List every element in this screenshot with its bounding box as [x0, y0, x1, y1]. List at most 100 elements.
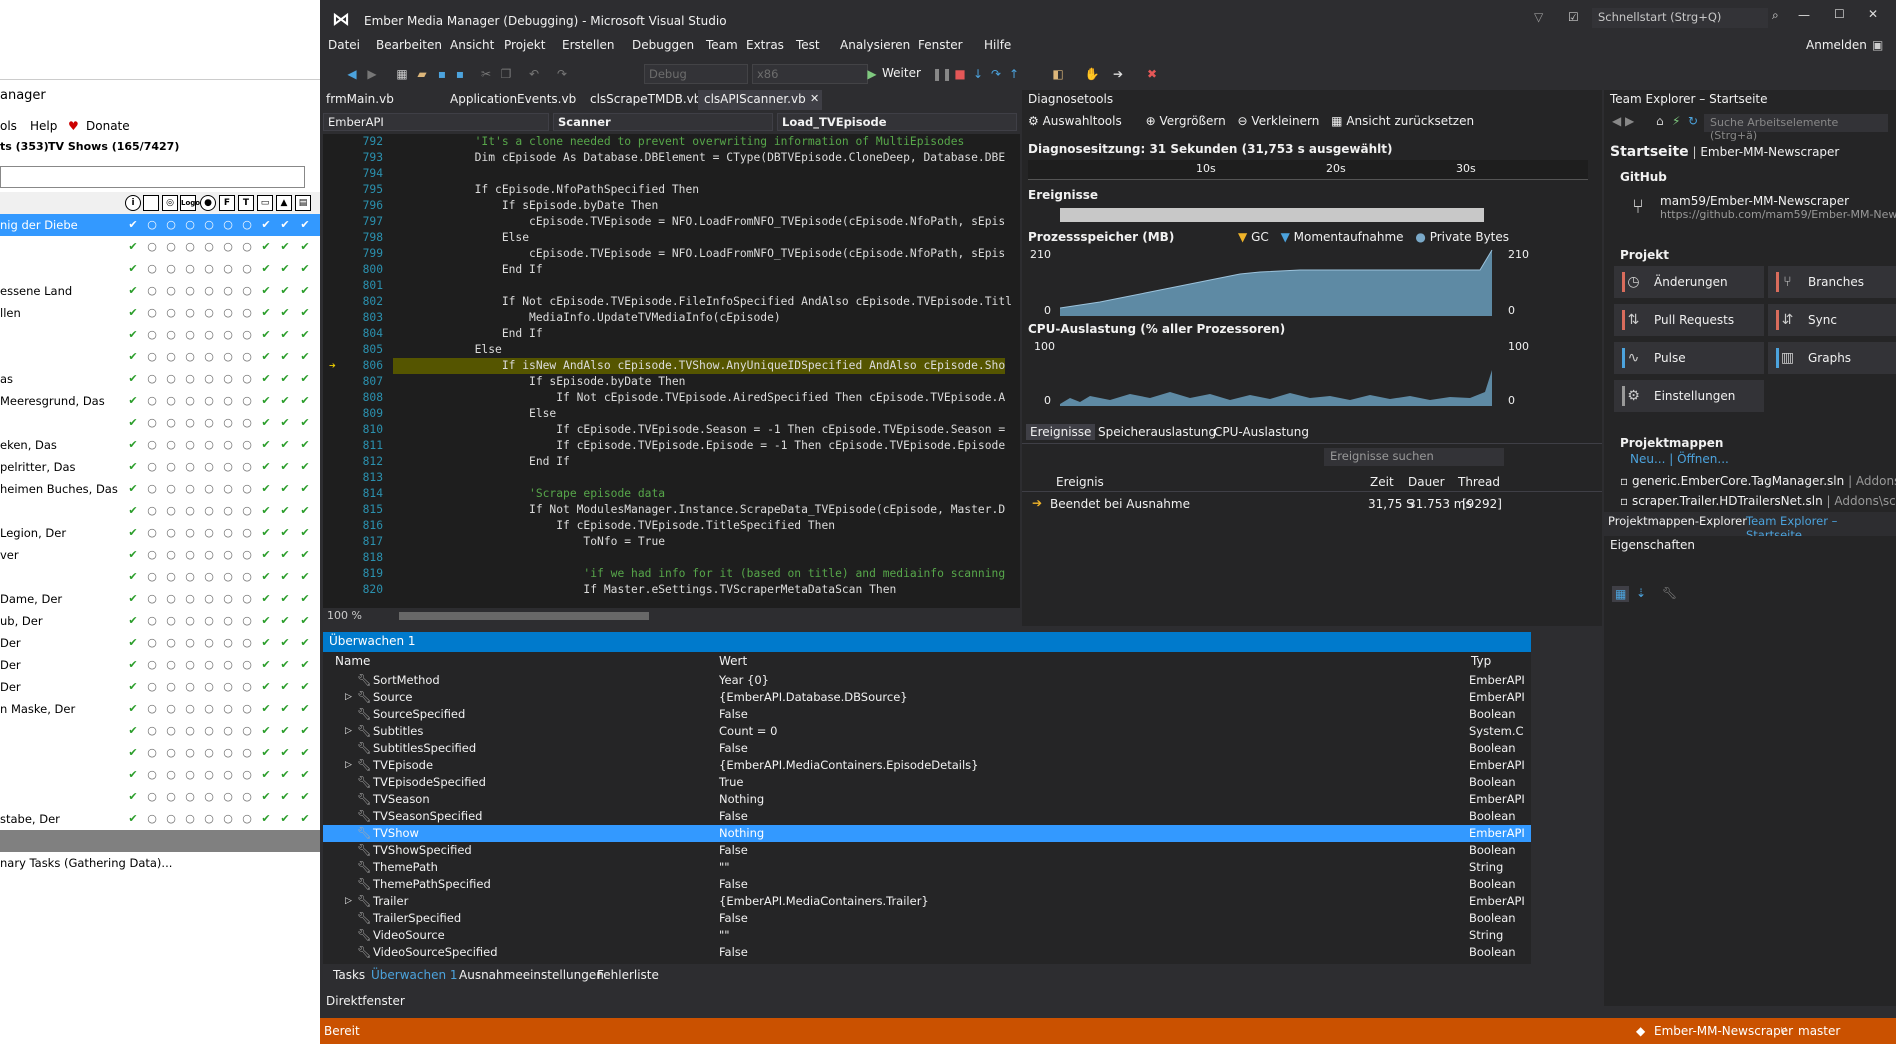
- image-icon[interactable]: ▲: [276, 195, 292, 211]
- zoom-in-button[interactable]: Vergrößern: [1159, 114, 1225, 128]
- watch-value[interactable]: "": [719, 927, 730, 944]
- watch-row[interactable]: 🔧︎ SortMethod Year {0} EmberAPI: [323, 672, 1531, 689]
- list-item[interactable]: pelritter, Das ✔ ○ ○ ○ ○ ○ ○ ✔ ✔ ✔: [0, 456, 320, 478]
- col-value[interactable]: Wert: [719, 654, 747, 668]
- watch-row[interactable]: ▷ 🔧︎ Trailer {EmberAPI.MediaContainers.Trai…: [323, 893, 1531, 910]
- watch-value[interactable]: False: [719, 944, 748, 961]
- watch-row[interactable]: 🔧︎ TVShow Nothing EmberAPI: [323, 825, 1531, 842]
- memory-graph[interactable]: [1060, 246, 1500, 316]
- tab-close-icon[interactable]: ✕: [810, 92, 819, 105]
- code-line[interactable]: 812 End If: [323, 454, 1020, 470]
- close-icon[interactable]: ✕: [1868, 7, 1878, 21]
- branches-button[interactable]: ⑂ Branches: [1768, 266, 1896, 298]
- expand-icon[interactable]: ▷: [345, 689, 352, 706]
- code-line[interactable]: 803 MediaInfo.UpdateTVMediaInfo(cEpisode…: [323, 310, 1020, 326]
- save-all-icon[interactable]: ▪: [452, 66, 468, 82]
- tab-clsapiscanner[interactable]: clsAPIScanner.vb: [698, 90, 822, 110]
- code-line[interactable]: 808 If Not cEpisode.TVEpisode.AiredSpeci…: [323, 390, 1020, 406]
- watch-value[interactable]: False: [719, 740, 748, 757]
- alphabetical-icon[interactable]: ⇣: [1636, 586, 1646, 600]
- watch-value[interactable]: False: [719, 808, 748, 825]
- arrow-right-icon[interactable]: ➔: [1110, 66, 1126, 82]
- zoom-level[interactable]: 100 %: [327, 609, 362, 622]
- save-icon[interactable]: ▪: [434, 66, 450, 82]
- tab-clsscrapetmdb[interactable]: clsScrapeTMDB.vb: [584, 90, 707, 110]
- watch-row[interactable]: 🔧︎ SubtitlesSpecified False Boolean: [323, 740, 1531, 757]
- refresh-icon[interactable]: ↻: [1688, 114, 1698, 128]
- watch-value[interactable]: False: [719, 706, 748, 723]
- tab-memory[interactable]: Speicherauslastung: [1098, 425, 1216, 439]
- watch-row[interactable]: 🔧︎ VideoSourceSpecified False Boolean: [323, 944, 1531, 961]
- watch-row[interactable]: ▷ 🔧︎ TVEpisode {EmberAPI.MediaContainers.Ep…: [323, 757, 1531, 774]
- code-line[interactable]: 804 End If: [323, 326, 1020, 342]
- expand-icon[interactable]: ▷: [345, 723, 352, 740]
- watch-row[interactable]: 🔧︎ TVEpisodeSpecified True Boolean: [323, 774, 1531, 791]
- col-thread[interactable]: Thread: [1458, 475, 1500, 489]
- expand-icon[interactable]: ▷: [345, 893, 352, 910]
- code-line[interactable]: 795 If cEpisode.NfoPathSpecified Then: [323, 182, 1020, 198]
- undo-icon[interactable]: ↶: [526, 66, 542, 82]
- menu-item[interactable]: Extras: [746, 38, 784, 52]
- settings-button[interactable]: ⚙ Einstellungen: [1614, 380, 1764, 412]
- event-row[interactable]: ➔ Beendet bei Ausnahme 31,75 S 31.753 ms…: [1022, 494, 1602, 514]
- watch-value[interactable]: Nothing: [719, 791, 764, 808]
- te-back-icon[interactable]: ◀ ▶: [1612, 114, 1634, 128]
- code-line[interactable]: 817 ToNfo = True: [323, 534, 1020, 550]
- menu-item[interactable]: Erstellen: [562, 38, 615, 52]
- changes-button[interactable]: ◷ Änderungen: [1614, 266, 1764, 298]
- list-item[interactable]: n Maske, Der ✔ ○ ○ ○ ○ ○ ○ ✔ ✔ ✔: [0, 698, 320, 720]
- new-link[interactable]: Neu...: [1630, 452, 1665, 466]
- zoom-out-button[interactable]: Verkleinern: [1251, 114, 1319, 128]
- class-dropdown[interactable]: Scanner: [553, 113, 773, 131]
- list-item[interactable]: heimen Buches, Das ✔ ○ ○ ○ ○ ○ ○ ✔ ✔ ✔: [0, 478, 320, 500]
- list-item[interactable]: Der ✔ ○ ○ ○ ○ ○ ○ ✔ ✔ ✔: [0, 676, 320, 698]
- list-item[interactable]: Legion, Der ✔ ○ ○ ○ ○ ○ ○ ✔ ✔ ✔: [0, 522, 320, 544]
- status-repo[interactable]: Ember-MM-Newscraper: [1654, 1024, 1793, 1038]
- tab-applicationevents[interactable]: ApplicationEvents.vb: [444, 90, 582, 110]
- list-item[interactable]: as ✔ ○ ○ ○ ○ ○ ○ ✔ ✔ ✔: [0, 368, 320, 390]
- solution-item-2[interactable]: ▫ scraper.Trailer.HDTrailersNet.sln | Ad…: [1620, 494, 1896, 508]
- watch-row[interactable]: 🔧︎ TVShowSpecified False Boolean: [323, 842, 1531, 859]
- list-item[interactable]: ✔ ○ ○ ○ ○ ○ ○ ✔ ✔ ✔: [0, 346, 320, 368]
- pull-requests-button[interactable]: ⇅ Pull Requests: [1614, 304, 1764, 336]
- code-line[interactable]: 797 cEpisode.TVEpisode = NFO.LoadFromNFO…: [323, 214, 1020, 230]
- code-line[interactable]: 800 End If: [323, 262, 1020, 278]
- new-item-icon[interactable]: ▦: [394, 66, 410, 82]
- wrench-icon[interactable]: 🔧︎: [1662, 586, 1677, 600]
- code-line[interactable]: 799 cEpisode.TVEpisode = NFO.LoadFromNFO…: [323, 246, 1020, 262]
- col-name[interactable]: Name: [335, 654, 370, 668]
- code-line[interactable]: 813: [323, 470, 1020, 486]
- list-item[interactable]: ver ✔ ○ ○ ○ ○ ○ ○ ✔ ✔ ✔: [0, 544, 320, 566]
- list-item[interactable]: essene Land ✔ ○ ○ ○ ○ ○ ○ ✔ ✔ ✔: [0, 280, 320, 302]
- monitor-icon[interactable]: ▭: [257, 195, 273, 211]
- menu-item[interactable]: Debuggen: [632, 38, 694, 52]
- disc-icon[interactable]: ●: [200, 195, 216, 211]
- watch-value[interactable]: {EmberAPI.MediaContainers.Trailer}: [719, 893, 929, 910]
- banner-icon[interactable]: [143, 195, 159, 211]
- config-combo[interactable]: Debug: [644, 64, 748, 84]
- step-into-icon[interactable]: ↓: [970, 66, 986, 82]
- menu-tools[interactable]: ols: [0, 119, 17, 133]
- menu-help[interactable]: Help: [30, 119, 57, 133]
- list-item[interactable]: ✔ ○ ○ ○ ○ ○ ○ ✔ ✔ ✔: [0, 500, 320, 522]
- open-link[interactable]: Öffnen...: [1677, 452, 1729, 466]
- code-line[interactable]: 802 If Not cEpisode.TVEpisode.FileInfoSp…: [323, 294, 1020, 310]
- platform-combo[interactable]: x86: [752, 64, 868, 84]
- code-line[interactable]: 820 If Master.eSettings.TVScraperMetaDat…: [323, 582, 1020, 598]
- home-icon[interactable]: ⌂: [1656, 114, 1664, 128]
- select-tools-button[interactable]: Auswahltools: [1043, 114, 1122, 128]
- watch-value[interactable]: False: [719, 910, 748, 927]
- code-line[interactable]: 819 'if we had info for it (based on tit…: [323, 566, 1020, 582]
- nfo-icon[interactable]: ▤: [295, 195, 311, 211]
- info-icon[interactable]: i: [125, 195, 141, 211]
- reset-view-button[interactable]: Ansicht zurücksetzen: [1346, 114, 1474, 128]
- list-item[interactable]: ✔ ○ ○ ○ ○ ○ ○ ✔ ✔ ✔: [0, 566, 320, 588]
- github-repo-name[interactable]: mam59/Ember-MM-Newscraper: [1660, 194, 1849, 208]
- continue-icon[interactable]: ▶: [864, 66, 880, 82]
- menu-item[interactable]: Test: [796, 38, 820, 52]
- cpu-section[interactable]: CPU-Auslastung (% aller Prozessoren): [1028, 322, 1285, 336]
- code-line[interactable]: 806 If isNew AndAlso cEpisode.TVShow.Any…: [323, 358, 1020, 374]
- watch-value[interactable]: {EmberAPI.Database.DBSource}: [719, 689, 908, 706]
- col-time[interactable]: Zeit: [1370, 475, 1394, 489]
- code-line[interactable]: 798 Else: [323, 230, 1020, 246]
